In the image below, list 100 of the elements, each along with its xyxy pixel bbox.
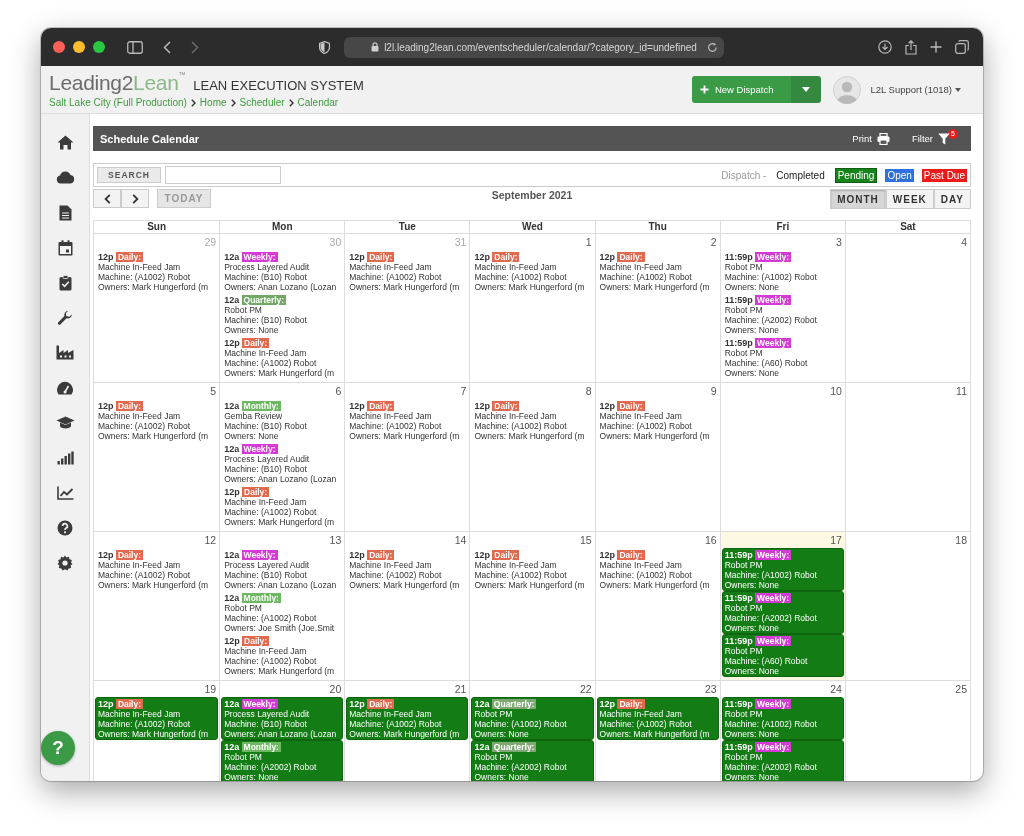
day-cell[interactable]: 14 12p Daily: Machine In-Feed Jam Machine: (A1002) Robot Owners: Mark Hungerford (m	[344, 532, 470, 680]
day-cell[interactable]: 29 12p Daily: Machine In-Feed Jam Machine: (A1002) Robot Owners: Mark Hungerford (m	[94, 234, 220, 382]
calendar-event[interactable]: 12a Quarterly: Robot PM Machine: (B10) Robot Owners: None	[221, 293, 344, 336]
day-cell[interactable]: 4	[844, 234, 970, 382]
calendar-event[interactable]: 12p Daily: Machine In-Feed Jam Machine: (A1002) Robot Owners: Mark Hungerford (m	[596, 548, 719, 591]
day-cell[interactable]: 16 12p Daily: Machine In-Feed Jam Machine: (A1002) Robot Owners: Mark Hungerford (m	[594, 532, 720, 680]
day-cell[interactable]: 18	[844, 532, 970, 680]
day-cell[interactable]: 22 12a Quarterly: Robot PM Machine: (A1002) Robot Owners: None 12a Quarterly: Robot PM Machine: (A2002) Robot Owners: None	[469, 681, 595, 781]
previous-button[interactable]	[93, 189, 121, 208]
day-cell[interactable]: 21 12p Daily: Machine In-Feed Jam Machine: (A1002) Robot Owners: Mark Hungerford (m	[344, 681, 470, 781]
event-title: Robot PM	[724, 348, 763, 358]
calendar-event[interactable]: 12p Daily: Machine In-Feed Jam Machine: (A1002) Robot Owners: Mark Hungerford (m	[95, 697, 219, 740]
calendar-event[interactable]: 12a Weekly: Process Layered Audit Machine: (B10) Robot Owners: Anan Lozano (Lozan	[221, 548, 344, 591]
print-button[interactable]: Print	[852, 132, 890, 145]
event-title: Machine In-Feed Jam	[98, 411, 181, 421]
logo-text[interactable]: Leading2Lean$^{™}$	[49, 71, 186, 95]
event-title: Machine In-Feed Jam	[98, 709, 181, 719]
frequency-tag: Weekly:	[755, 338, 792, 348]
day-cell[interactable]: 5 12p Daily: Machine In-Feed Jam Machine: (A1002) Robot Owners: Mark Hungerford (m	[94, 383, 220, 531]
day-cell[interactable]: 9 12p Daily: Machine In-Feed Jam Machine: (A1002) Robot Owners: Mark Hungerford (m	[594, 383, 720, 531]
day-cell[interactable]: 25	[844, 681, 970, 781]
minimize-button[interactable]	[73, 41, 85, 53]
calendar-event[interactable]: 12p Daily: Machine In-Feed Jam Machine: (A1002) Robot Owners: Mark Hungerford (m	[471, 250, 594, 293]
calendar-event[interactable]: 12p Daily: Machine In-Feed Jam Machine: (A1002) Robot Owners: Mark Hungerford (m	[346, 250, 469, 293]
calendar-event[interactable]: 11:59p Weekly: Robot PM Machine: (A2002) Robot Owners: None	[721, 740, 844, 781]
calendar-event[interactable]: 12a Monthly: Gemba Review Machine: (B10) Robot Owners: None	[221, 399, 344, 442]
calendar-event[interactable]: 11:59p Weekly: Robot PM Machine: (A1002) Robot Owners: None	[721, 697, 844, 740]
calendar-event[interactable]: 12p Daily: Machine In-Feed Jam Machine: (A1002) Robot Owners: Mark Hungerford (m	[596, 250, 719, 293]
day-cell[interactable]: 2 12p Daily: Machine In-Feed Jam Machine: (A1002) Robot Owners: Mark Hungerford (m	[594, 234, 720, 382]
view-tab[interactable]: DAY	[933, 189, 971, 209]
day-cell[interactable]: 24 11:59p Weekly: Robot PM Machine: (A1002) Robot Owners: None 11:59p Weekly: Robot PM Machine: (A2002) Robot Owners: None	[719, 681, 845, 781]
help-button[interactable]: ?	[41, 731, 75, 765]
forward-icon[interactable]	[191, 40, 199, 54]
download-icon[interactable]	[878, 40, 892, 54]
event-owners: Owners: None	[224, 325, 279, 335]
search-field[interactable]	[165, 166, 281, 184]
calendar-event[interactable]: 12p Daily: Machine In-Feed Jam Machine: (A1002) Robot Owners: Mark Hungerford (m	[471, 399, 594, 442]
zoom-button[interactable]	[93, 41, 105, 53]
day-number: 8	[585, 385, 592, 397]
calendar-event[interactable]: 11:59p Weekly: Robot PM Machine: (A1002) Robot Owners: None	[721, 250, 844, 293]
calendar-event[interactable]: 12p Daily: Machine In-Feed Jam Machine: (A1002) Robot Owners: Mark Hungerford (m	[221, 336, 344, 379]
calendar-event[interactable]: 11:59p Weekly: Robot PM Machine: (A2002) Robot Owners: None	[721, 293, 844, 336]
day-cell[interactable]: 12 12p Daily: Machine In-Feed Jam Machine: (A1002) Robot Owners: Mark Hungerford (m	[94, 532, 220, 680]
calendar-event[interactable]: 12a Weekly: Process Layered Audit Machine: (B10) Robot Owners: Anan Lozano (Lozan	[221, 250, 344, 293]
day-number: 16	[705, 534, 717, 546]
day-cell[interactable]: 3 11:59p Weekly: Robot PM Machine: (A1002) Robot Owners: None 11:59p Weekly: Robot PM Machine: (A2002) Robot Owners: None 11:59p Weekly: Robot PM Machine: (A60) Robot Owners: None	[719, 234, 845, 382]
calendar-event[interactable]: 12a Quarterly: Robot PM Machine: (A2002) Robot Owners: None	[471, 740, 594, 781]
event-owners: Owners: Mark Hungerford (m	[474, 431, 585, 441]
day-cell[interactable]: 23 12p Daily: Machine In-Feed Jam Machine: (A1002) Robot Owners: Mark Hungerford (m	[594, 681, 720, 781]
sidebar-icon[interactable]	[127, 40, 143, 54]
day-cell[interactable]: 8 12p Daily: Machine In-Feed Jam Machine: (A1002) Robot Owners: Mark Hungerford (m	[469, 383, 595, 531]
address-bar[interactable]: l2l.leading2lean.com/eventscheduler/calendar/?category_id=undefined	[344, 36, 724, 58]
calendar-event[interactable]: 12a Monthly: Robot PM Machine: (A1002) Robot Owners: Joe Smith (Joe.Smit	[221, 591, 344, 634]
day-cell[interactable]: 7 12p Daily: Machine In-Feed Jam Machine: (A1002) Robot Owners: Mark Hungerford (m	[344, 383, 470, 531]
next-button[interactable]	[121, 189, 149, 208]
calendar-event[interactable]: 11:59p Weekly: Robot PM Machine: (A2002) Robot Owners: None	[721, 591, 844, 634]
tabs-overview-icon[interactable]	[955, 40, 969, 54]
calendar-event[interactable]: 12p Daily: Machine In-Feed Jam Machine: (A1002) Robot Owners: Mark Hungerford (m	[596, 697, 719, 740]
new-dispatch-button[interactable]: New Dispatch	[691, 76, 792, 103]
day-cell[interactable]: 1 12p Daily: Machine In-Feed Jam Machine: (A1002) Robot Owners: Mark Hungerford (m	[469, 234, 595, 382]
share-icon[interactable]	[905, 39, 917, 55]
event-machine: Machine: (A1002) Robot	[474, 421, 567, 431]
calendar-event[interactable]: 12p Daily: Machine In-Feed Jam Machine: (A1002) Robot Owners: Mark Hungerford (m	[221, 634, 344, 677]
calendar-event[interactable]: 12p Daily: Machine In-Feed Jam Machine: (A1002) Robot Owners: Mark Hungerford (m	[346, 399, 469, 442]
close-button[interactable]	[53, 41, 65, 53]
view-tab[interactable]: WEEK	[885, 189, 934, 209]
new-tab-icon[interactable]	[930, 41, 942, 53]
view-tab[interactable]: MONTH	[830, 189, 886, 209]
calendar-event[interactable]: 12p Daily: Machine In-Feed Jam Machine: (A1002) Robot Owners: Mark Hungerford (m	[471, 548, 594, 591]
calendar-event[interactable]: 12p Daily: Machine In-Feed Jam Machine: (A1002) Robot Owners: Mark Hungerford (m	[346, 548, 469, 591]
calendar-event[interactable]: 11:59p Weekly: Robot PM Machine: (A60) Robot Owners: None	[721, 336, 844, 379]
calendar-event[interactable]: 12p Daily: Machine In-Feed Jam Machine: (A1002) Robot Owners: Mark Hungerford (m	[95, 548, 219, 591]
day-cell[interactable]: 15 12p Daily: Machine In-Feed Jam Machine: (A1002) Robot Owners: Mark Hungerford (m	[469, 532, 595, 680]
calendar-event[interactable]: 12a Quarterly: Robot PM Machine: (A1002) Robot Owners: None	[471, 697, 594, 740]
user-menu[interactable]: L2L Support (1018)	[864, 83, 967, 96]
calendar-event[interactable]: 12p Daily: Machine In-Feed Jam Machine: (A1002) Robot Owners: Mark Hungerford (m	[596, 399, 719, 442]
day-cell[interactable]: 20 12a Weekly: Process Layered Audit Machine: (B10) Robot Owners: Anan Lozano (Lozan 12a Monthly: Robot PM Machine: (A2002) Robot Owners: None	[219, 681, 345, 781]
dropdown-toggle[interactable]	[791, 76, 822, 103]
back-icon[interactable]	[163, 40, 171, 54]
shield-icon[interactable]	[319, 40, 330, 54]
day-cell[interactable]: 17 11:59p Weekly: Robot PM Machine: (A1002) Robot Owners: None 11:59p Weekly: Robot PM Machine: (A2002) Robot Owners: None 11:59p Weekly: Robot PM Machine: (A60) Robot Owners: None	[719, 532, 845, 680]
event-title: Robot PM	[724, 560, 763, 570]
calendar-event[interactable]: 12p Daily: Machine In-Feed Jam Machine: (A1002) Robot Owners: Mark Hungerford (m	[95, 250, 219, 293]
calendar-event[interactable]: 12p Daily: Machine In-Feed Jam Machine: (A1002) Robot Owners: Mark Hungerford (m	[346, 697, 469, 740]
calendar-event[interactable]: 12a Monthly: Robot PM Machine: (A2002) Robot Owners: None	[221, 740, 344, 781]
calendar-event[interactable]: 12p Daily: Machine In-Feed Jam Machine: (A1002) Robot Owners: Mark Hungerford (m	[221, 485, 344, 528]
calendar-event[interactable]: 11:59p Weekly: Robot PM Machine: (A1002) Robot Owners: None	[721, 548, 844, 591]
calendar-event[interactable]: 11:59p Weekly: Robot PM Machine: (A60) Robot Owners: None	[721, 634, 844, 677]
day-cell[interactable]: 11	[844, 383, 970, 531]
event-machine: Machine: (A1002) Robot	[98, 570, 191, 580]
calendar-event[interactable]: 12a Weekly: Process Layered Audit Machine: (B10) Robot Owners: Anan Lozano (Lozan	[221, 697, 344, 740]
calendar-event[interactable]: 12p Daily: Machine In-Feed Jam Machine: (A1002) Robot Owners: Mark Hungerford (m	[95, 399, 219, 442]
search-button[interactable]: SEARCH	[97, 167, 161, 183]
day-cell[interactable]: 19 12p Daily: Machine In-Feed Jam Machine: (A1002) Robot Owners: Mark Hungerford (m	[94, 681, 220, 781]
event-owners: Owners: Joe Smith (Joe.Smit	[224, 623, 335, 633]
day-cell[interactable]: 31 12p Daily: Machine In-Feed Jam Machine: (A1002) Robot Owners: Mark Hungerford (m	[344, 234, 470, 382]
day-cell[interactable]: 10	[719, 383, 845, 531]
calendar-event[interactable]: 12a Weekly: Process Layered Audit Machine: (B10) Robot Owners: Anan Lozano (Lozan	[221, 442, 344, 485]
event-time: 12p	[599, 252, 616, 262]
reload-icon[interactable]	[707, 41, 718, 53]
